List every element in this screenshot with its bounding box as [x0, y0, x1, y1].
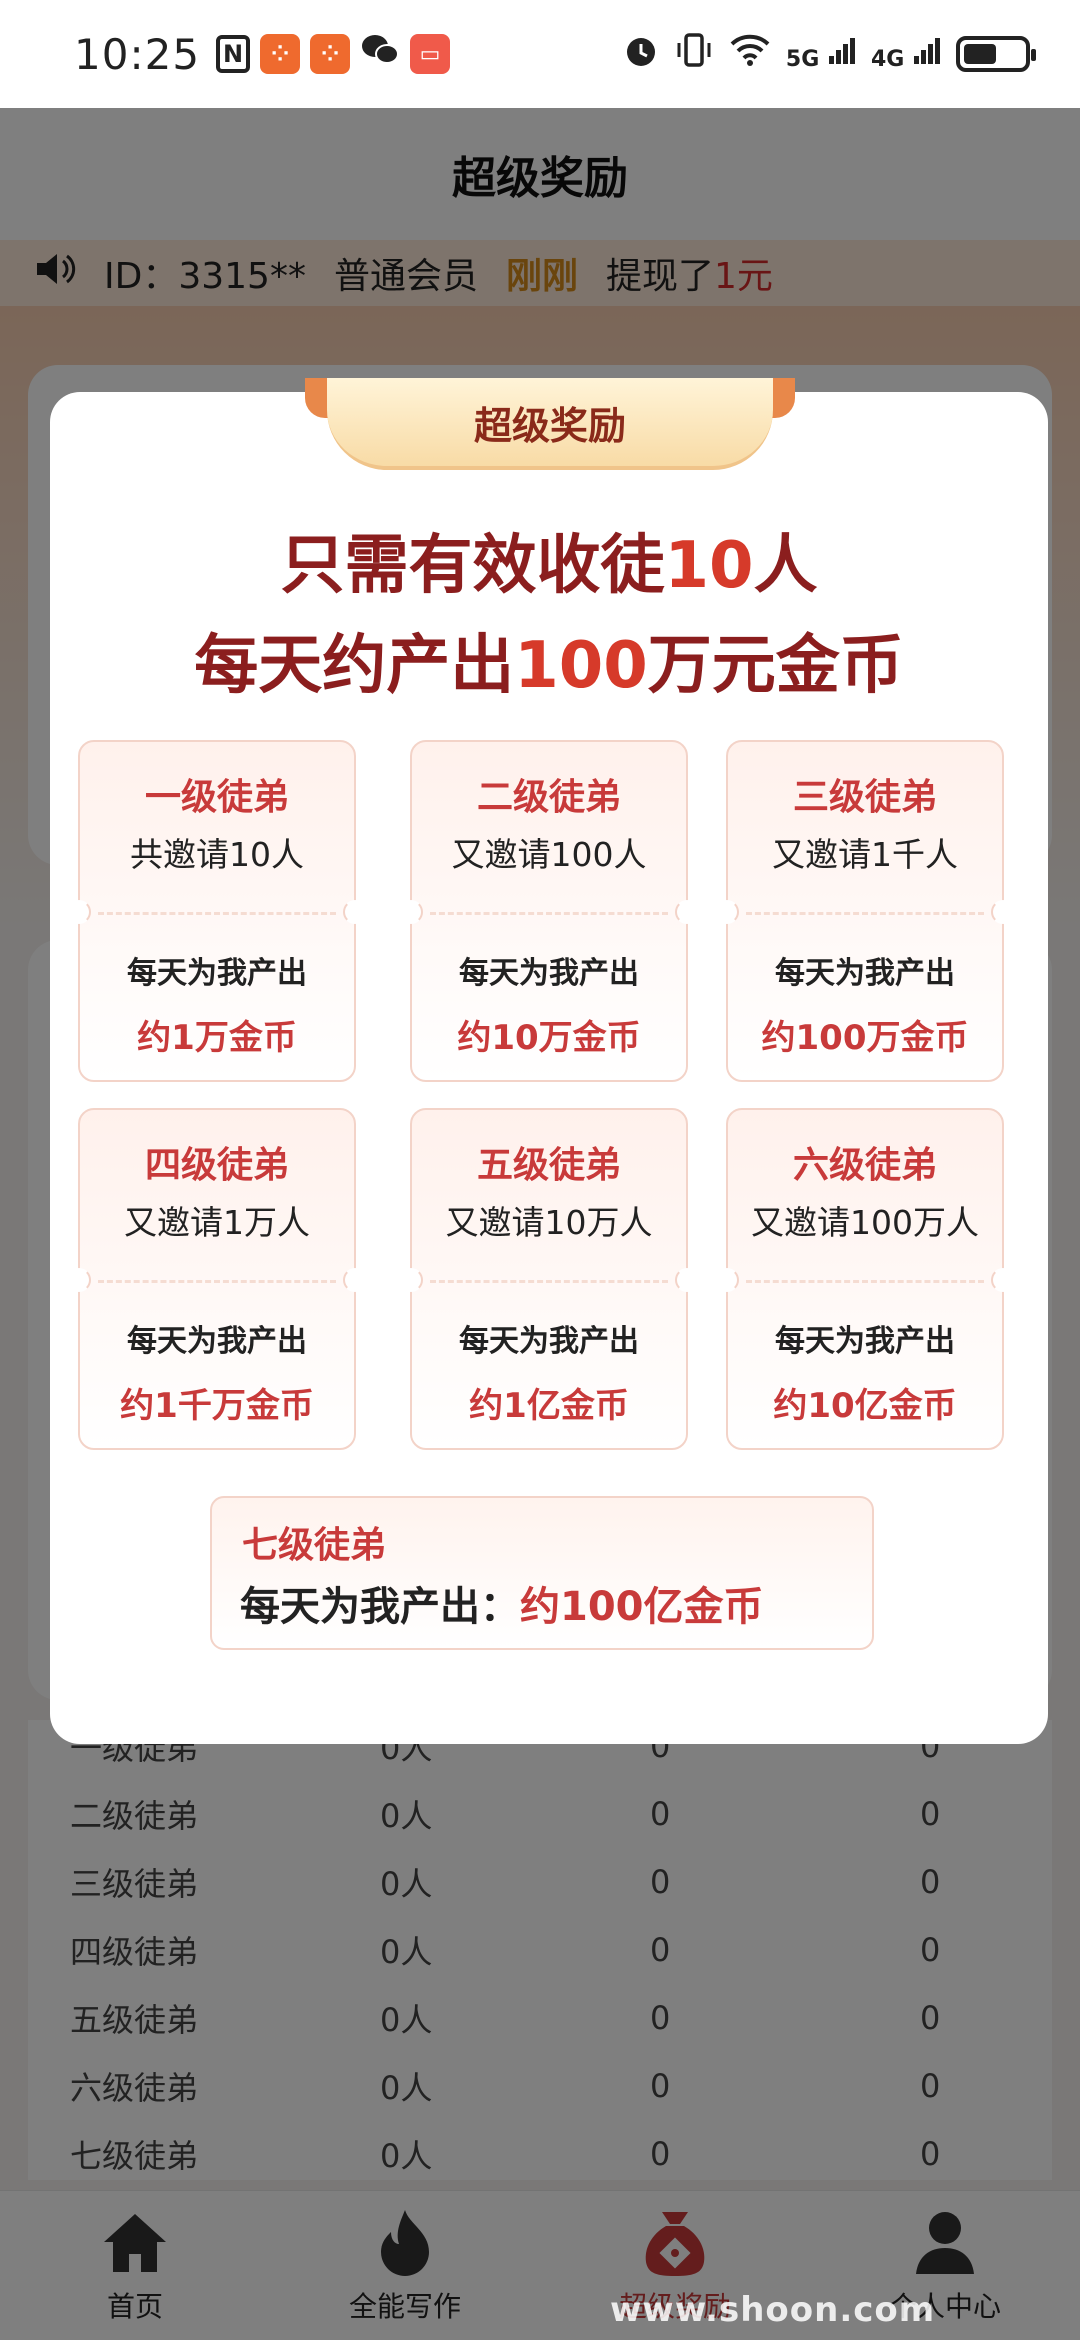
headline-number: 100: [514, 629, 648, 703]
nfc-icon: N: [216, 35, 251, 73]
level-card-5: 五级徒弟 又邀请10万人 每天为我产出 约1亿金币: [399, 1108, 699, 1450]
headline-number: 10: [664, 529, 754, 603]
modal-title: 超级奖励: [473, 403, 626, 448]
headline-line-1: 只需有效收徒10人: [280, 529, 818, 603]
app-notification-icon: ▭: [410, 34, 451, 74]
level-card-4: 四级徒弟 又邀请1万人 每天为我产出 约1千万金币: [67, 1108, 367, 1450]
alarm-icon: [622, 31, 660, 78]
vibrate-icon: [674, 31, 714, 78]
super-reward-modal: 超级奖励 只需有效收徒10人 每天约产出100万元金币 一级徒弟 共邀请10人 …: [50, 378, 1048, 1744]
level-card-3: 三级徒弟 又邀请1千人 每天为我产出 约100万金币: [715, 740, 1015, 1082]
watermark-text: www.shoon.com: [610, 2290, 936, 2330]
wifi-icon: [728, 32, 772, 77]
headline-line-2: 每天约产出100万元金币: [194, 629, 904, 703]
signal-5g-icon: 5G: [786, 36, 857, 72]
status-right-icons: 5G 4G: [622, 31, 1036, 78]
status-time: 10:25: [74, 29, 201, 79]
battery-icon: [956, 36, 1036, 72]
app-notification-icon: ⁘: [260, 34, 301, 74]
status-left-icons: N ⁘ ⁘ ▭: [216, 32, 451, 77]
status-bar: 10:25 N ⁘ ⁘ ▭ 5G 4G: [0, 0, 1080, 108]
level-card-1: 一级徒弟 共邀请10人 每天为我产出 约1万金币: [67, 740, 367, 1082]
wechat-icon: [360, 32, 400, 77]
app-notification-icon: ⁘: [310, 34, 351, 74]
signal-4g-icon: 4G: [871, 36, 942, 72]
level-card-6: 六级徒弟 又邀请100万人 每天为我产出 约10亿金币: [715, 1108, 1015, 1450]
level-card-7: 七级徒弟 每天为我产出：约100亿金币: [210, 1496, 874, 1650]
level-card-2: 二级徒弟 又邀请100人 每天为我产出 约10万金币: [399, 740, 699, 1082]
modal-ribbon: 超级奖励: [305, 378, 795, 480]
